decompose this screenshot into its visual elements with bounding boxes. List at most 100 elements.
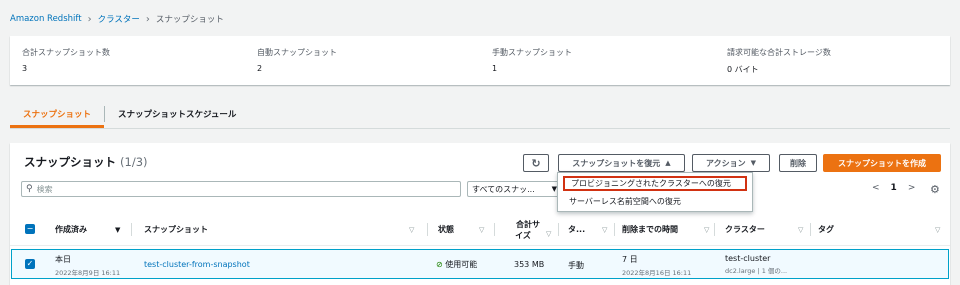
column-header-cluster[interactable]: クラスター ▽ [725,213,805,246]
next-page-button[interactable]: > [908,183,916,193]
restore-snapshot-label: スナップショットを復元 [572,158,661,168]
sort-icon: ▽ [704,225,710,234]
column-separator [714,223,715,236]
cell-retention: 7 日 2022年8月16日 16:11 [622,254,691,277]
table-row[interactable]: ✓ 本日 2022年8月9日 16:11 test-cluster-from-s… [11,249,949,279]
filter-select[interactable]: すべてのスナッ... ▼ [467,181,562,197]
breadcrumb: Amazon Redshift › クラスター › スナップショット [10,13,224,26]
column-label: 作成済み [55,225,87,234]
restore-to-serverless-namespace[interactable]: サーバーレス名前空間への復元 [563,194,747,209]
caret-up-icon: ▲ [665,159,671,167]
column-label: タグ [818,225,834,234]
table-header: − 作成済み ▼ スナップショット ▽ 状態 ▽ 合計サ イズ ▽ タ... ▽… [10,213,950,246]
tab-snapshots[interactable]: スナップショット [10,101,105,128]
breadcrumb-current: スナップショット [155,15,224,25]
chevron-right-icon: › [87,13,92,25]
column-label: タ... [568,225,586,234]
refresh-icon: ↻ [531,156,541,170]
cluster-name: test-cluster [725,254,771,263]
tab-bar: スナップショット スナップショットスケジュール [10,101,950,129]
column-header-tags[interactable]: タグ ▽ [818,213,943,246]
check-circle-icon: ⊘ [436,260,443,269]
sort-icon: ▽ [546,230,552,238]
restore-snapshot-button[interactable]: スナップショットを復元 ▲ [558,154,685,172]
cell-created: 本日 2022年8月9日 16:11 [55,254,120,277]
select-all-checkbox[interactable]: − [25,224,35,234]
summary-label: 請求可能な合計ストレージ数 [727,48,831,57]
column-header-retention[interactable]: 削除までの時間 ▽ [622,213,710,246]
snapshot-summary: 合計スナップショット数 3 自動スナップショット 2 手動スナップショット 1 … [10,36,950,85]
sort-icon: ▽ [409,225,415,234]
summary-value: 2 [257,64,263,73]
search-input[interactable]: ⚲ 検索 [21,181,461,197]
cell-status: ⊘ 使用可能 [436,259,477,270]
sort-icon: ▽ [798,225,804,234]
column-label: 削除までの時間 [622,225,678,234]
sort-desc-icon: ▼ [115,225,121,234]
summary-label: 合計スナップショット数 [22,48,110,57]
restore-to-provisioned-cluster[interactable]: プロビジョニングされたクラスターへの復元 [563,176,747,191]
selection-count: (1/3) [120,155,148,169]
column-header-snapshot[interactable]: スナップショット ▽ [144,213,416,246]
column-label: イズ [515,230,531,240]
status-text: 使用可能 [445,260,478,269]
sort-icon: ▽ [602,225,608,234]
column-separator [131,223,132,236]
sort-icon: ▽ [935,225,941,234]
summary-label: 手動スナップショット [492,48,572,57]
restore-menu: プロビジョニングされたクラスターへの復元 サーバーレス名前空間への復元 [557,172,753,212]
snapshots-panel: スナップショット (1/3) ↻ スナップショットを復元 ▲ アクション ▼ 削… [10,143,950,285]
column-separator [494,223,495,236]
actions-button[interactable]: アクション ▼ [692,154,770,172]
delete-button[interactable]: 削除 [779,154,817,172]
column-header-created[interactable]: 作成済み ▼ [55,213,120,246]
row-checkbox[interactable]: ✓ [25,259,35,269]
summary-total: 合計スナップショット数 3 [10,36,245,85]
page-number[interactable]: 1 [891,183,897,193]
search-placeholder: 検索 [36,184,53,194]
snapshot-link[interactable]: test-cluster-from-snapshot [144,260,250,269]
summary-value: 0 バイト [727,65,759,74]
gear-icon[interactable]: ⚙ [930,183,940,196]
breadcrumb-link-clusters[interactable]: クラスター [98,13,140,25]
create-snapshot-button[interactable]: スナップショットを作成 [823,154,941,172]
filter-value: すべてのスナッ... [472,184,535,194]
column-label: 状態 [438,225,454,234]
cluster-node-info: dc2.large | 1 個の... [725,267,788,275]
column-separator [427,223,428,236]
summary-label: 自動スナップショット [257,48,337,57]
column-separator [558,223,559,236]
column-separator [614,223,615,236]
sort-icon: ▽ [479,225,485,234]
column-header-type[interactable]: タ... ▽ [568,213,608,246]
cell-type: 手動 [568,261,584,270]
column-label: スナップショット [144,225,208,234]
search-icon: ⚲ [26,184,33,194]
panel-title-text: スナップショット [24,155,116,169]
panel-title: スナップショット (1/3) [24,154,148,170]
actions-label: アクション [706,158,746,168]
column-header-size[interactable]: 合計サ イズ ▽ [506,213,552,246]
column-header-status[interactable]: 状態 ▽ [438,213,486,246]
created-value: 本日 [55,255,71,264]
cell-size: 353 MB [514,260,545,269]
refresh-button[interactable]: ↻ [523,154,549,172]
column-label: クラスター [725,225,765,234]
tab-snapshot-schedules[interactable]: スナップショットスケジュール [105,101,249,128]
summary-storage: 請求可能な合計ストレージ数 0 バイト [715,36,950,85]
summary-value: 1 [492,64,498,73]
pagination: < 1 > [872,183,915,193]
summary-automated: 自動スナップショット 2 [245,36,480,85]
chevron-right-icon: › [145,13,150,25]
column-separator [810,223,811,236]
cell-cluster: test-cluster dc2.large | 1 個の... [725,254,787,275]
prev-page-button[interactable]: < [872,183,880,193]
column-label: 合計サ [516,219,540,229]
summary-manual: 手動スナップショット 1 [480,36,715,85]
summary-value: 3 [22,64,28,73]
breadcrumb-link-redshift[interactable]: Amazon Redshift [10,14,82,24]
caret-down-icon: ▼ [750,159,756,167]
created-timestamp: 2022年8月9日 16:11 [55,269,121,277]
retention-timestamp: 2022年8月16日 16:11 [622,269,692,277]
retention-value: 7 日 [622,255,638,264]
